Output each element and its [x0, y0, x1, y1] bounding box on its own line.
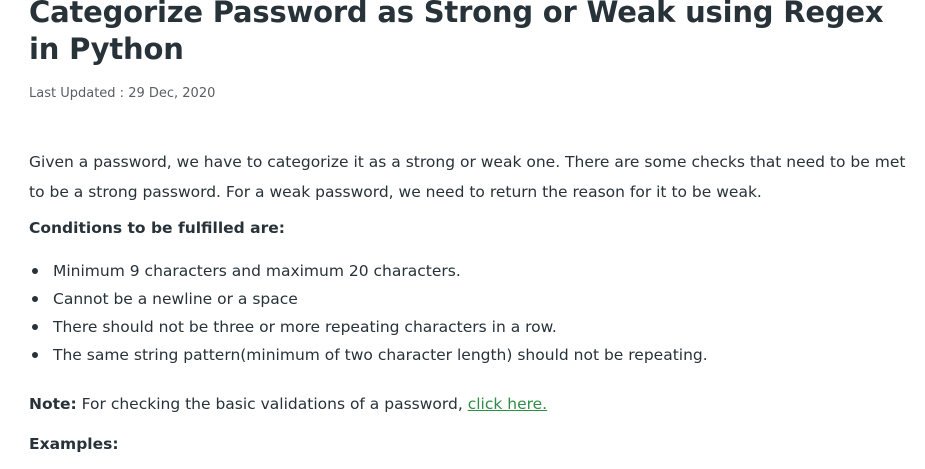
list-item: Minimum 9 characters and maximum 20 char… — [29, 257, 708, 285]
last-updated: Last Updated : 29 Dec, 2020 — [29, 86, 216, 101]
click-here-link[interactable]: click here. — [468, 395, 547, 413]
list-item: Cannot be a newline or a space — [29, 285, 708, 313]
note-label: Note: — [29, 395, 77, 413]
note-paragraph: Note: For checking the basic validations… — [29, 395, 547, 413]
list-item: There should not be three or more repeat… — [29, 313, 708, 341]
bullet-icon — [32, 352, 38, 358]
list-item-text: Cannot be a newline or a space — [53, 290, 298, 308]
conditions-heading: Conditions to be fulfilled are: — [29, 219, 285, 237]
list-item-text: The same string pattern(minimum of two c… — [53, 346, 708, 364]
note-text: For checking the basic validations of a … — [76, 395, 468, 413]
list-item-text: There should not be three or more repeat… — [53, 318, 557, 336]
examples-heading: Examples: — [29, 435, 119, 453]
bullet-icon — [32, 296, 38, 302]
intro-paragraph: Given a password, we have to categorize … — [29, 153, 906, 201]
list-item-text: Minimum 9 characters and maximum 20 char… — [53, 262, 461, 280]
bullet-icon — [32, 324, 38, 330]
conditions-list: Minimum 9 characters and maximum 20 char… — [29, 257, 708, 369]
bullet-icon — [32, 268, 38, 274]
list-item: The same string pattern(minimum of two c… — [29, 341, 708, 369]
page-title: Categorize Password as Strong or Weak us… — [29, 0, 884, 66]
